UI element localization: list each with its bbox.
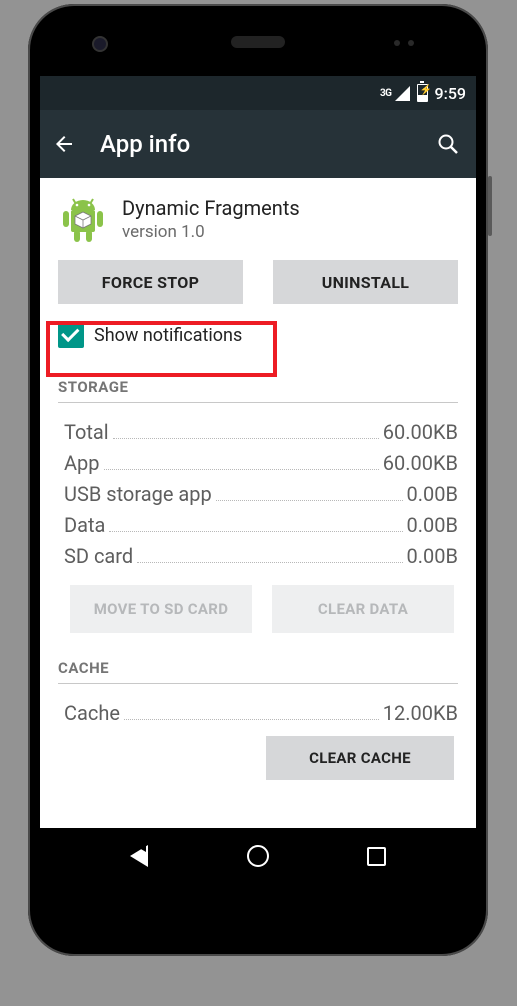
storage-row-data: Data0.00B — [64, 513, 458, 537]
cache-row: Cache12.00KB — [64, 701, 458, 725]
signal-icon — [395, 86, 410, 101]
clear-data-button: CLEAR DATA — [272, 585, 454, 633]
app-name: Dynamic Fragments — [122, 196, 300, 220]
phone-frame: 3G ⚡ 9:59 App info — [28, 4, 488, 956]
nav-home-button[interactable] — [244, 842, 272, 870]
storage-row-sd: SD card0.00B — [64, 544, 458, 568]
cache-section-header: CACHE — [58, 637, 458, 684]
page-title: App info — [100, 130, 412, 158]
show-notifications-checkbox[interactable] — [58, 322, 84, 348]
storage-row-app: App60.00KB — [64, 451, 458, 475]
phone-camera — [94, 38, 106, 50]
phone-speaker — [231, 36, 285, 48]
navigation-bar — [40, 828, 476, 884]
nav-recent-button[interactable] — [363, 842, 391, 870]
action-bar: App info — [40, 110, 476, 178]
checkmark-icon — [61, 324, 79, 342]
phone-sensors — [394, 40, 422, 50]
storage-section-header: STORAGE — [58, 356, 458, 403]
cache-list: Cache12.00KB — [40, 684, 476, 725]
back-icon[interactable] — [52, 132, 76, 156]
app-icon — [58, 194, 108, 244]
clear-cache-button[interactable]: CLEAR CACHE — [266, 736, 454, 780]
phone-power-button — [488, 176, 492, 236]
search-icon[interactable] — [436, 132, 460, 156]
network-indicator: 3G — [380, 88, 392, 99]
show-notifications-row[interactable]: Show notifications — [40, 316, 476, 356]
status-bar: 3G ⚡ 9:59 — [40, 76, 476, 110]
storage-list: Total60.00KB App60.00KB USB storage app0… — [40, 403, 476, 568]
storage-row-total: Total60.00KB — [64, 420, 458, 444]
nav-back-button[interactable] — [125, 842, 153, 870]
clock: 9:59 — [435, 84, 467, 103]
screen: 3G ⚡ 9:59 App info — [40, 76, 476, 884]
uninstall-button[interactable]: UNINSTALL — [273, 260, 458, 304]
app-version: version 1.0 — [122, 222, 300, 242]
storage-row-usb: USB storage app0.00B — [64, 482, 458, 506]
move-to-sd-button: MOVE TO SD CARD — [70, 585, 252, 633]
battery-icon: ⚡ — [417, 84, 428, 102]
force-stop-button[interactable]: FORCE STOP — [58, 260, 243, 304]
content-area: Dynamic Fragments version 1.0 FORCE STOP… — [40, 178, 476, 828]
app-header: Dynamic Fragments version 1.0 — [40, 178, 476, 256]
show-notifications-label: Show notifications — [94, 325, 242, 346]
